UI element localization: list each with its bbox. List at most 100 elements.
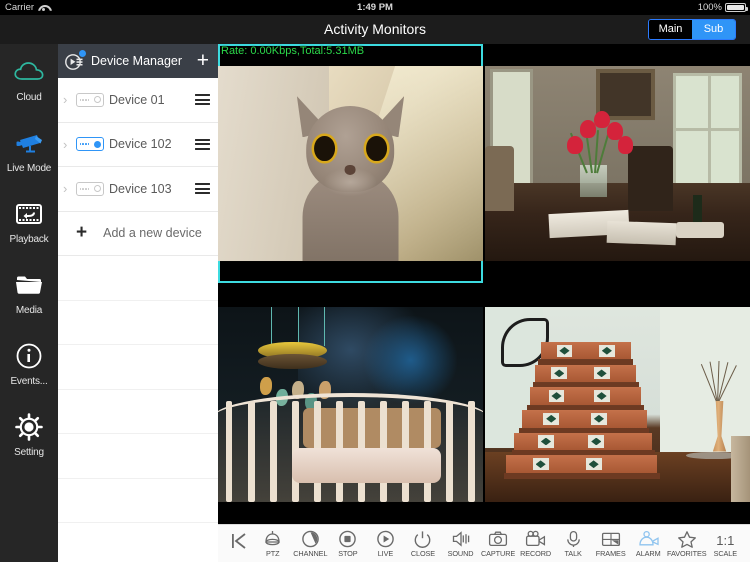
hamburger-icon[interactable] (195, 183, 210, 195)
toolbar-label: CAPTURE (480, 549, 516, 558)
toolbar-label: SOUND (447, 549, 474, 558)
app-root: Carrier 1:49 PM 100% Activity Monitors M… (0, 0, 750, 562)
gear-icon (12, 411, 46, 443)
dvr-device-icon (76, 137, 104, 152)
toolbar-label: CLOSE (410, 549, 436, 558)
toolbar-label: FRAMES (595, 549, 626, 558)
device-name-label: Device 103 (109, 181, 172, 196)
toolbar-label: SCALE (713, 549, 738, 558)
device-list-item[interactable]: › Device 102 (58, 122, 218, 167)
segment-sub[interactable]: Sub (692, 20, 735, 39)
toolbar-label: RECORD (520, 549, 552, 558)
list-filler-row (58, 523, 218, 562)
scale-1-1-icon: 1:1 (716, 533, 735, 548)
stop-icon (338, 529, 357, 548)
toolbar-label: ALARM (635, 549, 661, 558)
toolbar-button-capture[interactable]: CAPTURE (479, 525, 517, 562)
device-manager-title: Device Manager (91, 54, 183, 68)
video-camera-icon (525, 529, 546, 548)
sidebar-item-playback[interactable]: Playback (0, 186, 58, 257)
sidebar-item-label: Setting (14, 447, 44, 458)
camera-icon (488, 529, 508, 548)
toolbar-button-scale[interactable]: 1:1 SCALE (707, 525, 745, 562)
toolbar-button-sound[interactable]: SOUND (442, 525, 480, 562)
toolbar-button-record[interactable]: RECORD (517, 525, 555, 562)
toolbar-label: FAVORITES (667, 549, 707, 558)
add-new-device-label: Add a new device (103, 226, 202, 241)
playback-film-icon (12, 198, 46, 230)
sidebar-item-events[interactable]: Events... (0, 328, 58, 399)
sidebar-item-label: Events... (10, 376, 48, 387)
video-scene-baby-crib (218, 306, 483, 503)
page-title: Activity Monitors (324, 21, 426, 37)
video-scene-dining-room (485, 65, 750, 262)
hamburger-icon[interactable] (195, 138, 210, 150)
sidebar-item-label: Playback (9, 234, 49, 245)
device-name-label: Device 102 (109, 137, 172, 152)
toolbar-button-stop[interactable]: STOP (329, 525, 367, 562)
chevron-right-icon[interactable]: › (63, 92, 74, 107)
device-list-item[interactable]: › Device 01 (58, 78, 218, 123)
toolbar-label: STOP (338, 549, 358, 558)
dvr-device-icon (76, 181, 104, 196)
control-toolbar: PTZ CHANNEL STOP LIVE CLOSE SOUND CAPTUR… (218, 524, 750, 562)
list-filler-row (58, 256, 218, 301)
toolbar-button-alarm[interactable]: ALARM (629, 525, 667, 562)
toolbar-button-ptz[interactable]: PTZ (254, 525, 292, 562)
video-scene-cat (218, 65, 483, 262)
sidebar-item-setting[interactable]: Setting (0, 399, 58, 470)
status-bar-time: 1:49 PM (357, 2, 393, 13)
stream-type-toggle[interactable]: Main Sub (648, 19, 736, 40)
skip-back-button[interactable] (224, 531, 254, 556)
list-filler-row (58, 345, 218, 390)
skip-back-icon (229, 531, 249, 556)
toolbar-label: CHANNEL (293, 549, 328, 558)
toolbar-button-favorites[interactable]: FAVORITES (667, 525, 707, 562)
video-cell-1[interactable]: Rate: 0.00Kbps,Total:5.31MB (218, 44, 483, 283)
toolbar-label: TALK (564, 549, 582, 558)
hamburger-icon[interactable] (195, 94, 210, 106)
video-cell-4[interactable] (485, 285, 750, 524)
device-manager-icon (65, 48, 87, 71)
sidebar-item-cloud[interactable]: Cloud (0, 44, 58, 115)
toolbar-button-talk[interactable]: TALK (554, 525, 592, 562)
sidebar-item-live-mode[interactable]: Live Mode (0, 115, 58, 186)
toolbar-label: LIVE (377, 549, 394, 558)
video-cell-3[interactable] (218, 285, 483, 524)
chevron-right-icon[interactable]: › (63, 181, 74, 196)
speaker-icon (451, 529, 471, 548)
dvr-device-icon (76, 92, 104, 107)
segment-main[interactable]: Main (649, 20, 692, 39)
video-scene-staircase (485, 306, 750, 503)
add-device-button[interactable]: + (197, 50, 211, 71)
add-new-device-row[interactable]: + Add a new device (58, 211, 218, 256)
alarm-bell-icon (638, 529, 659, 548)
video-cell-2[interactable] (485, 44, 750, 283)
status-bar: Carrier 1:49 PM 100% (0, 0, 750, 15)
power-icon (413, 529, 432, 548)
ptz-dome-icon (263, 529, 282, 548)
sidebar-item-label: Cloud (16, 92, 42, 103)
sidebar-item-label: Media (15, 305, 43, 316)
sidebar-item-label: Live Mode (6, 163, 52, 174)
device-list-item[interactable]: › Device 103 (58, 167, 218, 212)
battery-full-icon (725, 2, 748, 13)
toolbar-button-channel[interactable]: CHANNEL (292, 525, 330, 562)
toolbar-button-close[interactable]: CLOSE (404, 525, 442, 562)
device-manager-header: Device Manager + (58, 44, 218, 78)
star-icon (677, 529, 697, 548)
folder-icon (12, 269, 46, 301)
toolbar-button-live[interactable]: LIVE (367, 525, 405, 562)
video-grid: Rate: 0.00Kbps,Total:5.31MB (218, 44, 750, 524)
chevron-right-icon[interactable]: › (63, 137, 74, 152)
frames-grid-icon (601, 529, 621, 548)
toolbar-button-frames[interactable]: FRAMES (592, 525, 630, 562)
list-filler-row (58, 479, 218, 523)
stream-rate-overlay: Rate: 0.00Kbps,Total:5.31MB (221, 45, 365, 57)
channel-circle-icon (301, 529, 320, 548)
sidebar-item-media[interactable]: Media (0, 257, 58, 328)
battery-percent-label: 100% (697, 2, 722, 13)
device-manager-panel: Device Manager + › Device 01 › Device 10… (58, 44, 218, 562)
list-filler-row (58, 434, 218, 479)
play-icon (376, 529, 395, 548)
